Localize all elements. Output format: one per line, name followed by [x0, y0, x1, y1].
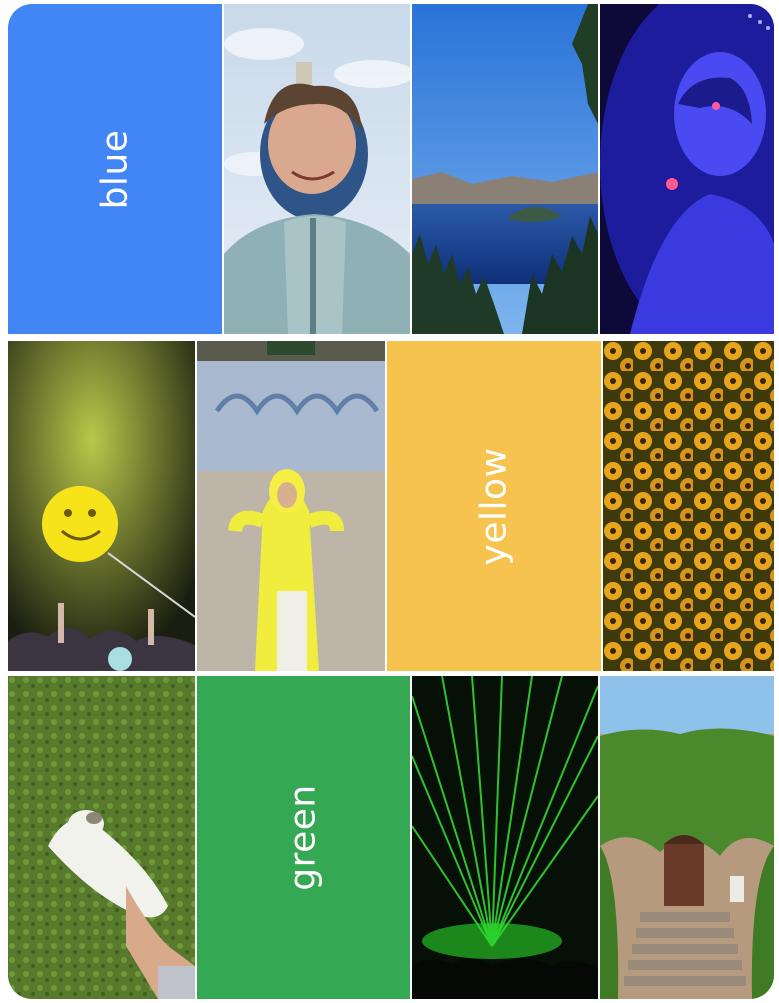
color-label-green: green — [282, 784, 324, 891]
selfie-photo — [224, 4, 410, 334]
lake-photo — [412, 4, 598, 334]
ivy-house-photo — [600, 676, 774, 999]
blue-light-photo — [600, 4, 774, 334]
green-row: green — [8, 676, 774, 999]
green-label-tile: green — [197, 676, 410, 999]
laser-photo — [412, 676, 598, 999]
blue-row: blue — [8, 4, 774, 334]
yellow-row: yellow — [8, 341, 774, 671]
raincoat-photo — [197, 341, 385, 671]
color-collage: blue yellow green — [8, 4, 774, 999]
color-label-blue: blue — [94, 129, 136, 209]
blue-label-tile: blue — [8, 4, 222, 334]
cat-photo — [8, 676, 195, 999]
balloon-photo — [8, 341, 195, 671]
yellow-label-tile: yellow — [387, 341, 601, 671]
flowers-photo — [603, 341, 774, 671]
color-label-yellow: yellow — [473, 447, 515, 565]
